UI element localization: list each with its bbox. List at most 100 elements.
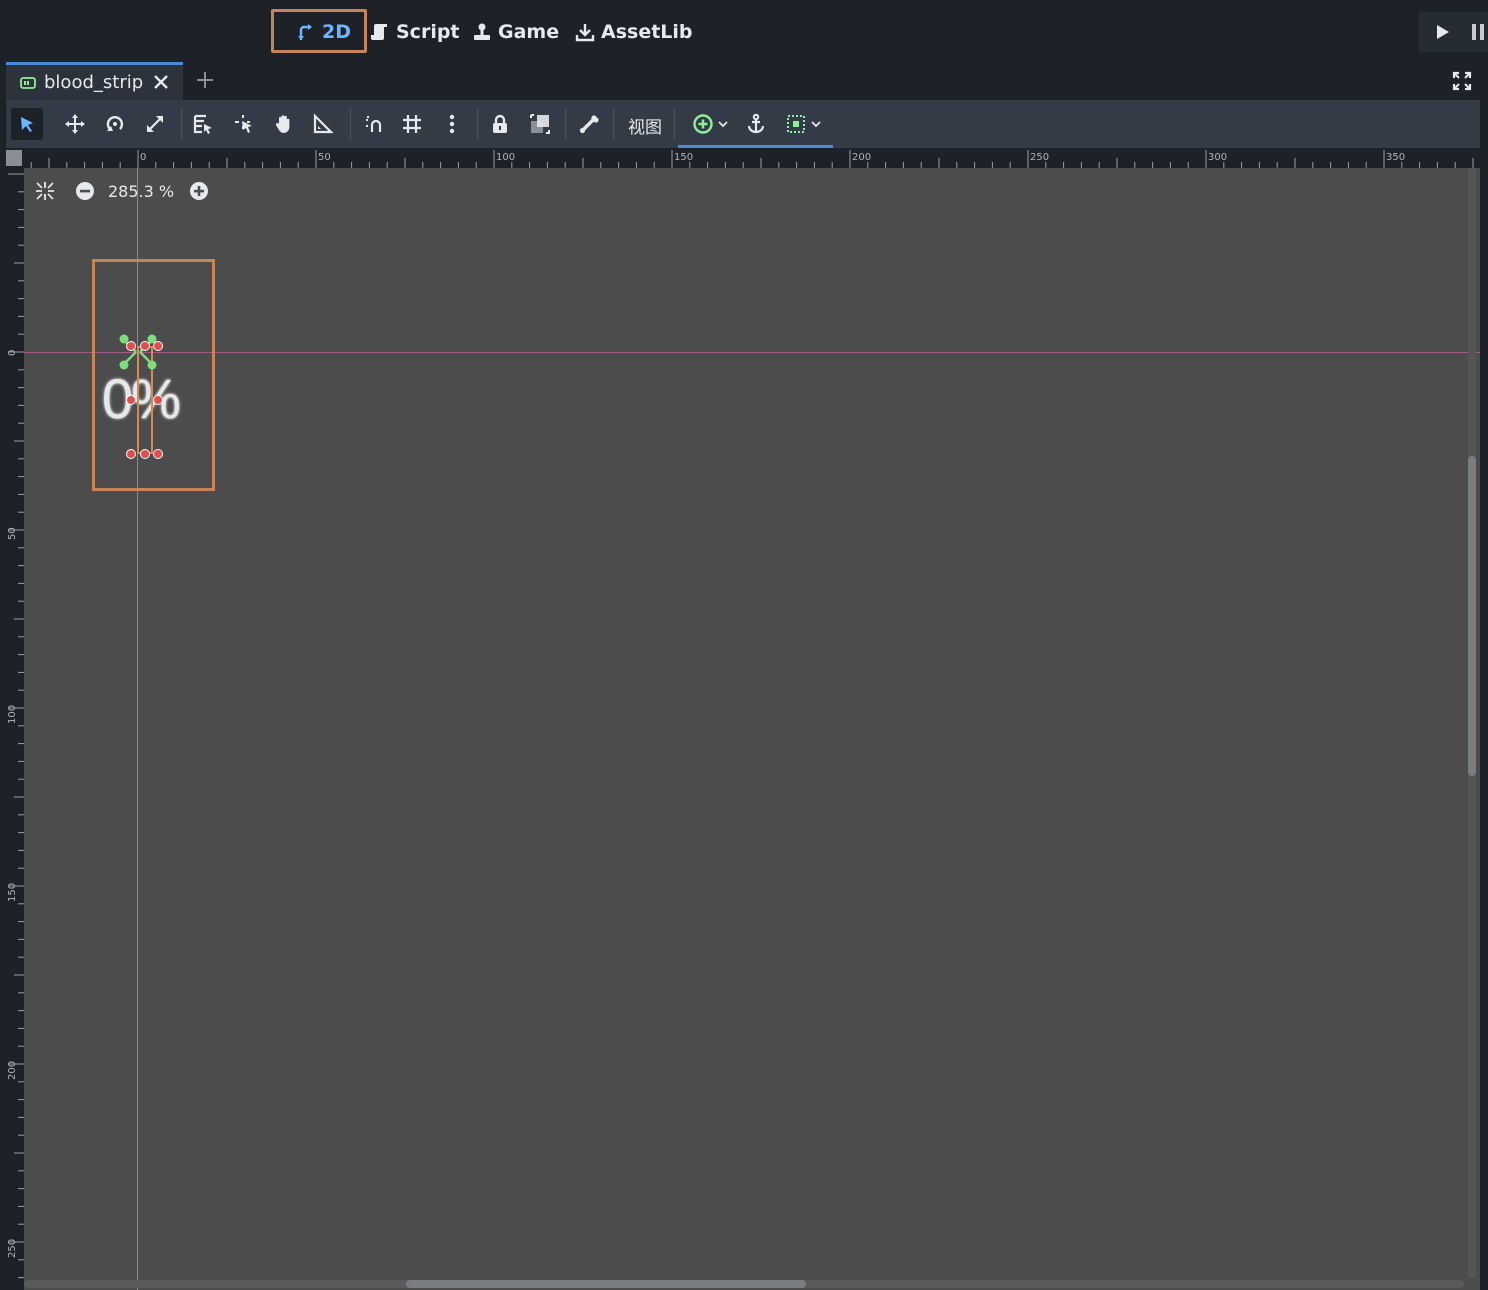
resize-handle[interactable] xyxy=(140,341,150,351)
ruler-mode-button[interactable] xyxy=(307,108,339,140)
toolbar-separator xyxy=(181,108,182,140)
center-view-icon[interactable] xyxy=(34,180,56,202)
chevron-down-icon xyxy=(718,121,728,128)
resize-handle[interactable] xyxy=(126,341,136,351)
tab-assetlib[interactable]: AssetLib xyxy=(575,14,693,50)
ruler-label: 200 xyxy=(852,152,872,163)
toolbar-separator xyxy=(477,108,478,140)
ruler-label: 150 xyxy=(674,152,694,163)
run-controls xyxy=(1418,12,1488,52)
ruler-label: 0 xyxy=(7,349,18,356)
ruler-label: 350 xyxy=(1386,152,1406,163)
ruler-vertical[interactable] xyxy=(6,168,24,1290)
lock-icon xyxy=(493,114,507,133)
select-arrow-icon xyxy=(21,117,33,132)
scene-tab-bar: blood_strip xyxy=(0,62,1488,100)
list-select-icon xyxy=(193,114,212,134)
toolbar-separator xyxy=(613,108,614,140)
ruler-horizontal[interactable] xyxy=(24,148,1480,168)
vertical-scrollbar-thumb[interactable] xyxy=(1468,456,1476,776)
group-button[interactable] xyxy=(524,108,556,140)
anchor-icon xyxy=(747,113,765,134)
smart-snap-button[interactable] xyxy=(357,108,389,140)
toolbar-separator xyxy=(565,108,566,140)
play-icon[interactable] xyxy=(1432,22,1452,42)
group-icon xyxy=(530,114,550,134)
ruler-label: 100 xyxy=(496,152,516,163)
ruler-label: 0 xyxy=(140,152,147,163)
control-node-icon xyxy=(20,76,36,89)
resize-handle[interactable] xyxy=(153,395,163,405)
resize-handle[interactable] xyxy=(153,341,163,351)
ruler-label: 100 xyxy=(7,704,18,724)
pivot-mode-button[interactable] xyxy=(228,108,260,140)
tab-script-label: Script xyxy=(396,21,460,43)
scene-tab-blood-strip[interactable]: blood_strip xyxy=(6,62,183,100)
grid-icon xyxy=(403,115,421,133)
close-icon[interactable] xyxy=(153,74,169,90)
add-node-button[interactable] xyxy=(687,108,733,140)
select-mode-button[interactable] xyxy=(11,108,43,140)
toolbar-separator xyxy=(350,108,351,140)
container-layout-button[interactable] xyxy=(780,108,826,140)
ruler-corner xyxy=(6,148,24,168)
ruler-label: 150 xyxy=(7,882,18,902)
tab-script[interactable]: Script xyxy=(370,14,460,50)
pause-icon[interactable] xyxy=(1472,24,1486,40)
ruler-label: 50 xyxy=(318,152,331,163)
tab-game[interactable]: Game xyxy=(472,14,559,50)
scale-icon xyxy=(147,116,163,132)
ruler-label: 50 xyxy=(7,527,18,540)
resize-handle[interactable] xyxy=(140,449,150,459)
toolbar-separator xyxy=(674,108,675,140)
view-menu[interactable]: 视图 xyxy=(628,113,662,138)
vertical-dots-icon xyxy=(449,114,455,134)
add-tab-icon[interactable] xyxy=(195,70,215,90)
move-icon xyxy=(65,114,85,134)
hand-icon xyxy=(275,115,290,133)
pivot-icon xyxy=(235,115,252,133)
layout-dotted-icon xyxy=(787,115,805,133)
resize-handle[interactable] xyxy=(126,395,136,405)
snap-options-button[interactable] xyxy=(436,108,468,140)
grid-snap-button[interactable] xyxy=(396,108,428,140)
game-joystick-icon xyxy=(474,23,490,40)
ruler-label: 200 xyxy=(7,1060,18,1080)
resize-handle[interactable] xyxy=(153,449,163,459)
tab-2d-highlight xyxy=(271,9,367,53)
lock-button[interactable] xyxy=(484,108,516,140)
ruler-label: 300 xyxy=(1208,152,1228,163)
move-mode-button[interactable] xyxy=(59,108,91,140)
x-axis-line xyxy=(24,352,1480,353)
canvas-viewport[interactable]: 285.3 % 0% xyxy=(24,168,1480,1290)
anchor-gizmo-icon[interactable] xyxy=(116,332,160,372)
scale-mode-button[interactable] xyxy=(139,108,171,140)
ruler-label: 250 xyxy=(1030,152,1050,163)
main-screen-bar: 2D Script Game AssetLib xyxy=(0,0,1488,62)
list-select-button[interactable] xyxy=(187,108,219,140)
script-icon xyxy=(371,24,387,40)
magnet-snap-icon xyxy=(366,116,382,132)
chevron-down-icon xyxy=(811,121,821,128)
canvas-toolbar: 视图 xyxy=(6,100,1480,148)
rotate-icon xyxy=(106,116,124,131)
pan-mode-button[interactable] xyxy=(268,108,300,140)
download-icon xyxy=(575,24,595,42)
horizontal-scrollbar-thumb[interactable] xyxy=(406,1280,806,1288)
tab-game-label: Game xyxy=(498,21,560,43)
tab-assetlib-label: AssetLib xyxy=(601,21,693,43)
anchor-button[interactable] xyxy=(740,108,772,140)
scene-tab-label: blood_strip xyxy=(44,72,144,93)
resize-handle[interactable] xyxy=(126,449,136,459)
bone-icon xyxy=(579,115,599,134)
ruler-label: 250 xyxy=(7,1238,18,1258)
rotate-mode-button[interactable] xyxy=(99,108,131,140)
ruler-icon xyxy=(313,113,334,134)
add-circle-icon xyxy=(693,114,713,134)
skeleton-button[interactable] xyxy=(573,108,605,140)
zoom-out-icon[interactable] xyxy=(74,180,96,202)
zoom-level[interactable]: 285.3 % xyxy=(108,182,174,201)
zoom-in-icon[interactable] xyxy=(188,180,210,202)
distraction-free-icon[interactable] xyxy=(1452,71,1472,91)
zoom-widget: 285.3 % xyxy=(34,178,210,204)
